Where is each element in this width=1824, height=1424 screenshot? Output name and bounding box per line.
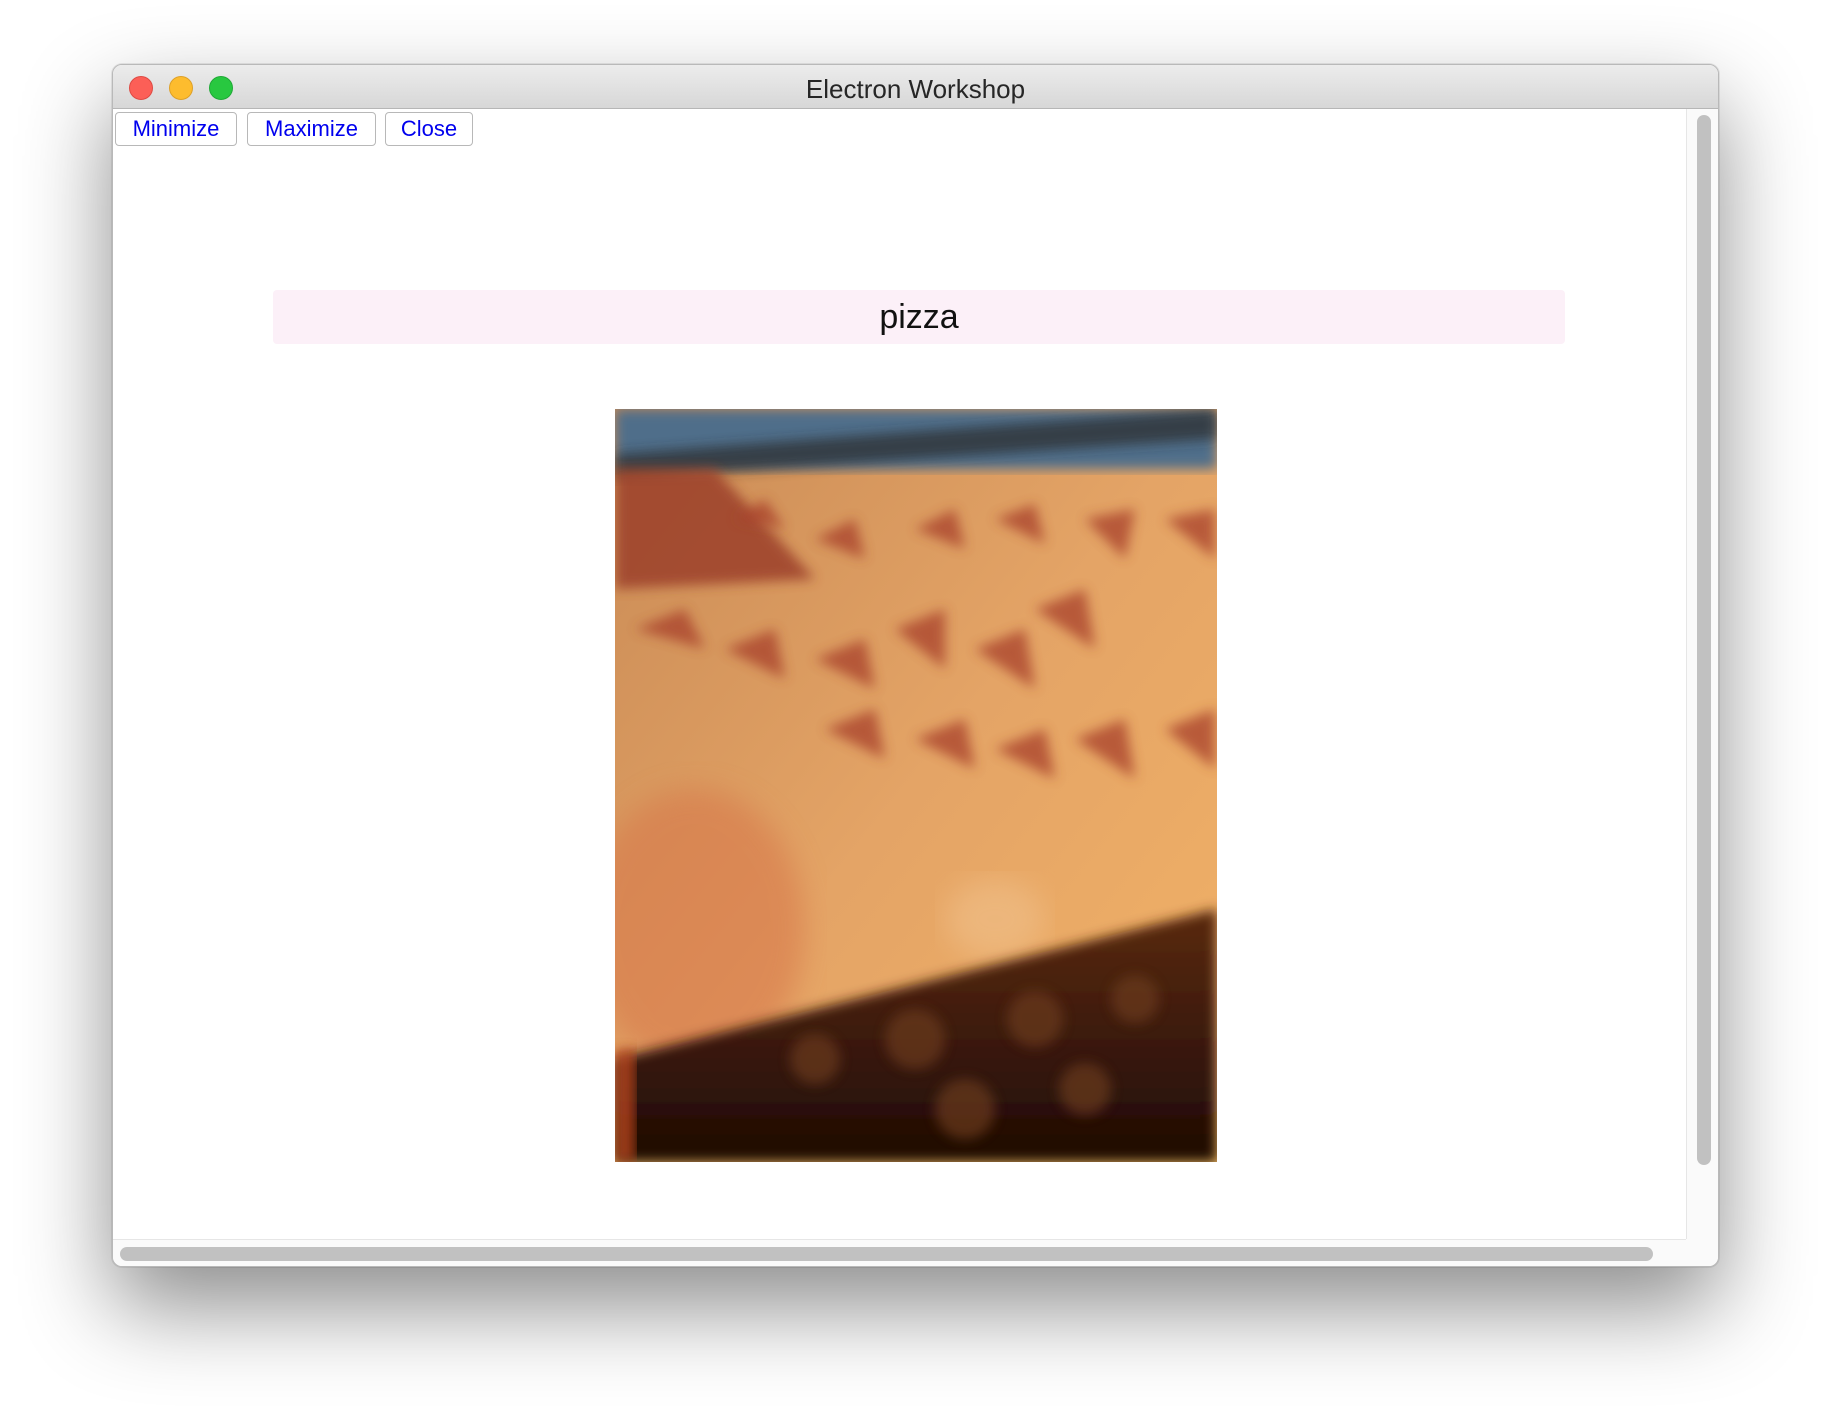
vertical-scroll-thumb[interactable] (1697, 115, 1711, 1165)
minimize-button[interactable]: Minimize (115, 112, 237, 146)
pizza-photo-icon (615, 409, 1217, 1162)
scrollbar-corner (1686, 1239, 1718, 1266)
window-title: Electron Workshop (805, 74, 1026, 104)
horizontal-scroll-thumb[interactable] (120, 1247, 1653, 1261)
maximize-button[interactable]: Maximize (247, 112, 376, 146)
app-window: Electron Workshop Minimize Maximize Clos… (112, 64, 1719, 1267)
pizza-image (615, 409, 1217, 1162)
vertical-scrollbar[interactable] (1686, 109, 1718, 1239)
page-content: Minimize Maximize Close pizza (113, 109, 1686, 1239)
close-button[interactable]: Close (385, 112, 473, 146)
page-heading: pizza (273, 290, 1565, 344)
horizontal-scrollbar[interactable] (113, 1239, 1686, 1266)
title-bar[interactable]: Electron Workshop (113, 65, 1718, 109)
